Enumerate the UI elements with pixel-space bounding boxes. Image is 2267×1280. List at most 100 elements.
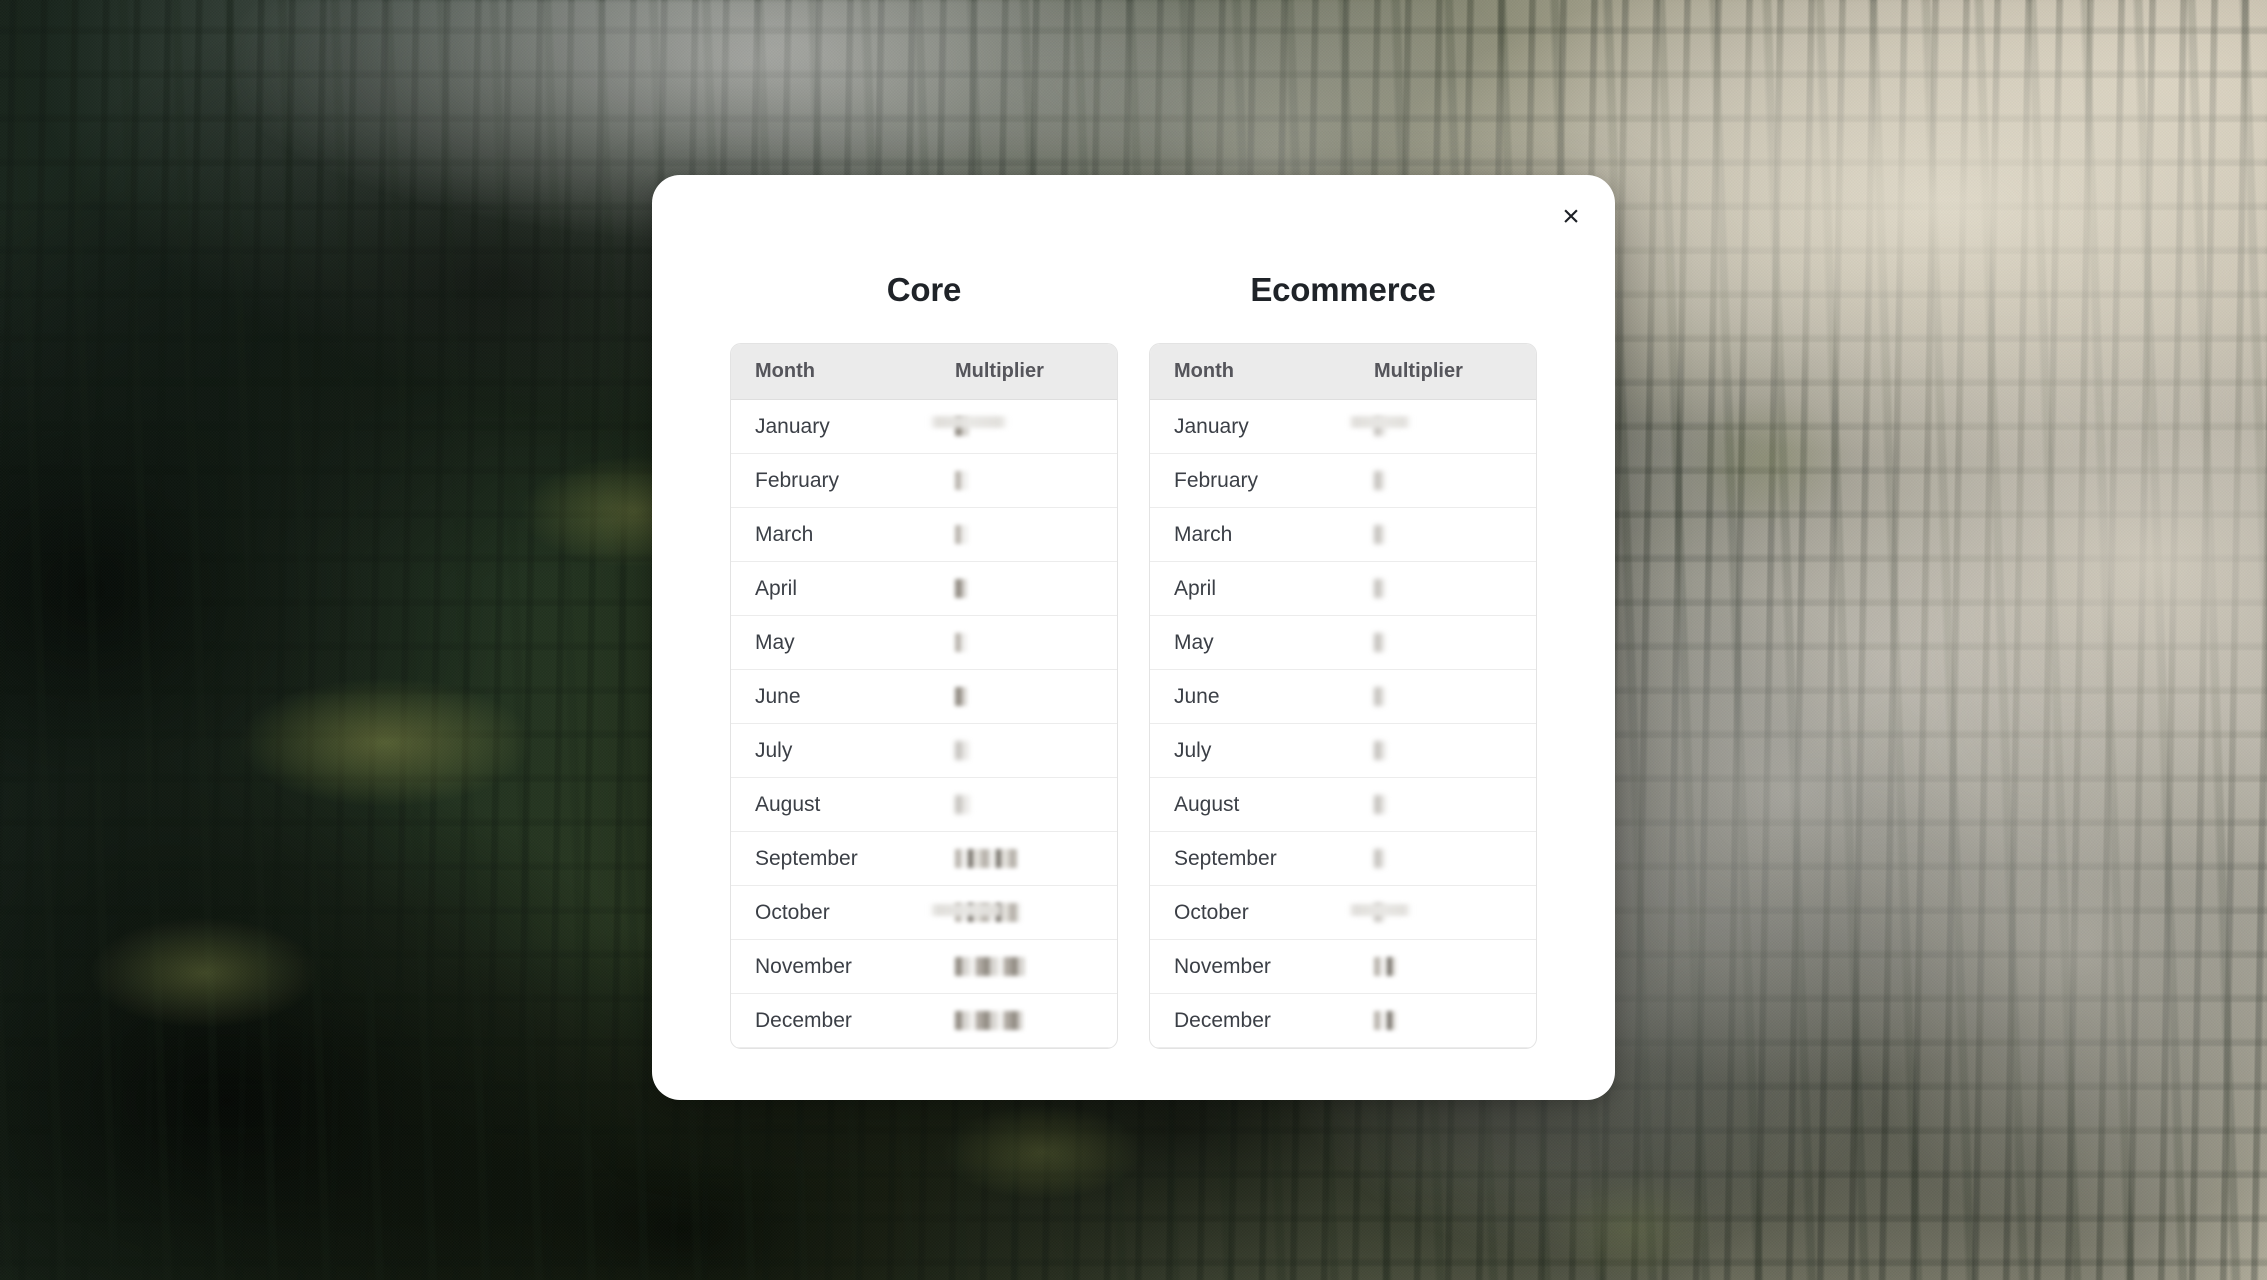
cell-month: February	[755, 468, 840, 492]
table-row[interactable]: October	[731, 886, 1117, 940]
table-row[interactable]: January	[1150, 400, 1536, 454]
table-row[interactable]: March	[731, 508, 1117, 562]
table-row[interactable]: August	[1150, 778, 1536, 832]
cell-multiplier	[1350, 940, 1536, 993]
table-row[interactable]: January	[731, 400, 1117, 454]
redacted-value	[1374, 903, 1385, 922]
cell-month: August	[1174, 792, 1240, 816]
cell-multiplier	[1350, 562, 1536, 615]
multiplier-table: Month Multiplier January February March April…	[730, 343, 1118, 1049]
cell-month: January	[755, 414, 830, 438]
multiplier-table: Month Multiplier January February March April…	[1149, 343, 1537, 1049]
multiplier-modal: × Core Month Multiplier January February Marc…	[652, 175, 1615, 1100]
table-header-row: Month Multiplier	[1150, 344, 1536, 400]
table-row[interactable]: June	[1150, 670, 1536, 724]
cell-month: June	[755, 684, 801, 708]
cell-multiplier	[931, 670, 1117, 723]
redacted-value	[955, 849, 1017, 868]
column-header-month: Month	[1174, 360, 1234, 382]
table-row[interactable]: July	[731, 724, 1117, 778]
cell-multiplier	[1350, 616, 1536, 669]
panel-ecommerce: Ecommerce Month Multiplier January February M…	[1149, 271, 1537, 1049]
cell-multiplier	[1350, 724, 1536, 777]
cell-month: December	[755, 1008, 852, 1032]
cell-multiplier	[931, 562, 1117, 615]
cell-multiplier	[1350, 508, 1536, 561]
cell-multiplier	[1350, 994, 1536, 1047]
cell-month: March	[755, 522, 814, 546]
table-row[interactable]: November	[731, 940, 1117, 994]
cell-multiplier	[1350, 670, 1536, 723]
cell-month: October	[1174, 900, 1249, 924]
table-row[interactable]: December	[731, 994, 1117, 1048]
cell-multiplier	[931, 454, 1117, 507]
cell-month: November	[755, 954, 852, 978]
table-row[interactable]: April	[1150, 562, 1536, 616]
redacted-value	[1374, 471, 1385, 490]
column-header-multiplier: Multiplier	[1374, 360, 1463, 382]
table-row[interactable]: March	[1150, 508, 1536, 562]
panel-title: Core	[886, 271, 962, 308]
redacted-value	[955, 471, 968, 490]
redacted-value	[1374, 417, 1386, 436]
table-row[interactable]: June	[731, 670, 1117, 724]
column-header-multiplier: Multiplier	[955, 360, 1044, 382]
redacted-value	[1374, 1011, 1396, 1030]
cell-multiplier	[1350, 832, 1536, 885]
column-header-month: Month	[755, 360, 815, 382]
redacted-value	[1374, 579, 1385, 598]
redacted-value	[955, 687, 967, 706]
redacted-value	[1374, 687, 1385, 706]
redacted-value	[1374, 741, 1386, 760]
table-row[interactable]: February	[731, 454, 1117, 508]
table-row[interactable]: May	[1150, 616, 1536, 670]
redacted-value	[955, 741, 969, 760]
redacted-value	[955, 795, 971, 814]
cell-multiplier	[931, 994, 1117, 1047]
cell-multiplier	[931, 940, 1117, 993]
table-row[interactable]: October	[1150, 886, 1536, 940]
redacted-value	[1374, 795, 1386, 814]
redacted-value	[1374, 849, 1385, 868]
cell-month: February	[1174, 468, 1259, 492]
table-row[interactable]: August	[731, 778, 1117, 832]
cell-multiplier	[1350, 886, 1536, 939]
cell-multiplier	[931, 832, 1117, 885]
cell-multiplier	[1350, 400, 1536, 453]
table-row[interactable]: December	[1150, 994, 1536, 1048]
table-row[interactable]: February	[1150, 454, 1536, 508]
redacted-value	[955, 957, 1025, 976]
cell-month: September	[755, 846, 858, 870]
table-row[interactable]: April	[731, 562, 1117, 616]
panel-title: Ecommerce	[1250, 271, 1436, 308]
table-row[interactable]: July	[1150, 724, 1536, 778]
cell-month: May	[1174, 630, 1214, 654]
table-row[interactable]: September	[1150, 832, 1536, 886]
cell-month: April	[1174, 576, 1217, 600]
cell-multiplier	[931, 508, 1117, 561]
cell-multiplier	[1350, 454, 1536, 507]
cell-month: January	[1174, 414, 1249, 438]
cell-month: April	[755, 576, 798, 600]
cell-month: July	[1174, 738, 1212, 762]
table-row[interactable]: September	[731, 832, 1117, 886]
cell-multiplier	[931, 616, 1117, 669]
table-row[interactable]: November	[1150, 940, 1536, 994]
cell-multiplier	[1350, 778, 1536, 831]
redacted-value	[955, 633, 967, 652]
cell-month: October	[755, 900, 830, 924]
close-icon[interactable]: ×	[1545, 191, 1597, 243]
cell-multiplier	[931, 778, 1117, 831]
cell-month: March	[1174, 522, 1233, 546]
cell-multiplier	[931, 400, 1117, 453]
cell-month: May	[755, 630, 795, 654]
redacted-value	[955, 417, 969, 436]
table-row[interactable]: May	[731, 616, 1117, 670]
redacted-value	[955, 579, 967, 598]
cell-multiplier	[931, 886, 1117, 939]
table-header-row: Month Multiplier	[731, 344, 1117, 400]
cell-month: December	[1174, 1008, 1271, 1032]
cell-month: June	[1174, 684, 1220, 708]
redacted-value	[1374, 633, 1385, 652]
redacted-value	[1374, 957, 1396, 976]
